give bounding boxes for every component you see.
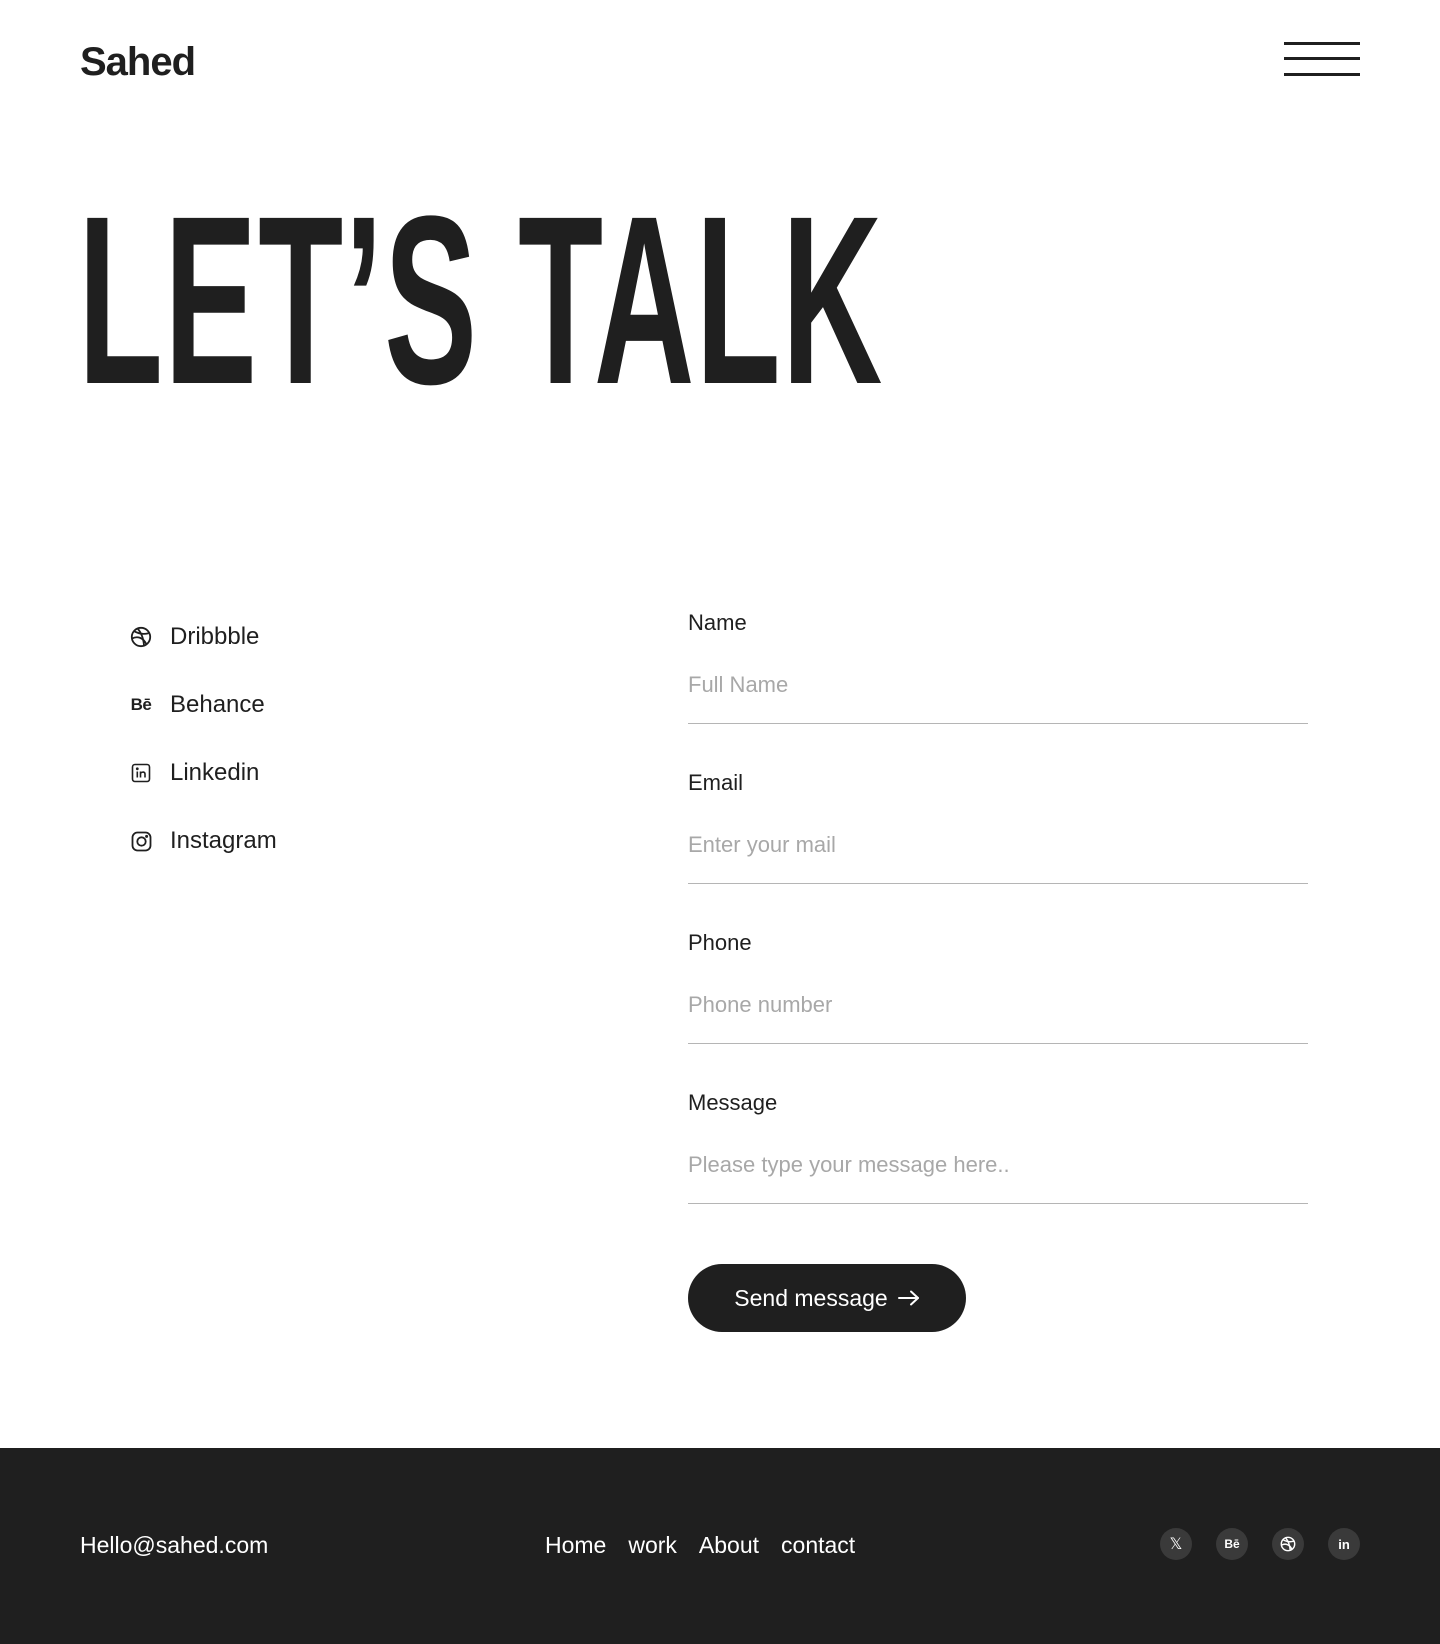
send-message-label: Send message — [734, 1284, 888, 1311]
x-twitter-icon[interactable]: 𝕏 — [1160, 1528, 1192, 1560]
social-links: Dribbble Bē Behance Linkedin Instagram — [130, 603, 490, 875]
social-link-label: Dribbble — [170, 623, 260, 650]
instagram-icon — [130, 830, 152, 852]
social-link-dribbble[interactable]: Dribbble — [130, 603, 490, 671]
hero-section: LET’S TALK — [78, 180, 882, 420]
send-message-button[interactable]: Send message — [688, 1264, 966, 1332]
name-input[interactable] — [688, 662, 1308, 724]
x-glyph: 𝕏 — [1169, 1536, 1183, 1553]
social-link-instagram[interactable]: Instagram — [130, 807, 490, 875]
phone-field-group: Phone — [688, 922, 1308, 1082]
social-link-behance[interactable]: Bē Behance — [130, 671, 490, 739]
footer-email-link[interactable]: Hello@sahed.com — [80, 1532, 268, 1559]
site-header: Sahed — [80, 38, 1360, 88]
dribbble-icon[interactable] — [1272, 1528, 1304, 1560]
social-link-linkedin[interactable]: Linkedin — [130, 739, 490, 807]
behance-icon: Bē — [130, 694, 152, 716]
phone-input[interactable] — [688, 982, 1308, 1044]
social-link-label: Instagram — [170, 827, 277, 854]
linkedin-icon[interactable]: in — [1328, 1528, 1360, 1560]
email-field-group: Email — [688, 762, 1308, 922]
message-label: Message — [688, 1090, 778, 1115]
email-label: Email — [688, 770, 744, 795]
footer-nav-about[interactable]: About — [699, 1532, 759, 1559]
hamburger-menu-icon[interactable] — [1284, 42, 1360, 78]
name-label: Name — [688, 610, 747, 635]
dribbble-icon — [130, 626, 152, 648]
linkedin-icon — [130, 762, 152, 784]
behance-icon[interactable]: Bē — [1216, 1528, 1248, 1560]
behance-glyph: Bē — [1224, 1537, 1240, 1551]
footer-nav-contact[interactable]: contact — [781, 1532, 855, 1559]
footer-nav-work[interactable]: work — [628, 1532, 677, 1559]
contact-form: Name Email Phone Message Send message — [688, 602, 1308, 1332]
arrow-right-icon — [897, 1290, 920, 1306]
footer-social-icons: 𝕏 Bē in — [1160, 1528, 1360, 1560]
footer-nav-home[interactable]: Home — [545, 1532, 606, 1559]
menu-line — [1284, 73, 1360, 76]
behance-glyph: Bē — [130, 695, 152, 714]
message-input[interactable] — [688, 1142, 1308, 1204]
social-link-label: Linkedin — [170, 759, 260, 786]
social-link-label: Behance — [170, 691, 265, 718]
site-footer: Hello@sahed.com Home work About contact … — [0, 1448, 1440, 1644]
message-field-group: Message — [688, 1082, 1308, 1242]
menu-line — [1284, 57, 1360, 60]
name-field-group: Name — [688, 602, 1308, 762]
phone-label: Phone — [688, 930, 752, 955]
menu-line — [1284, 42, 1360, 45]
linkedin-glyph: in — [1338, 1536, 1350, 1552]
email-input[interactable] — [688, 822, 1308, 884]
page-title: LET’S TALK — [78, 166, 884, 434]
footer-nav: Home work About contact — [545, 1532, 855, 1559]
logo[interactable]: Sahed — [80, 40, 196, 85]
